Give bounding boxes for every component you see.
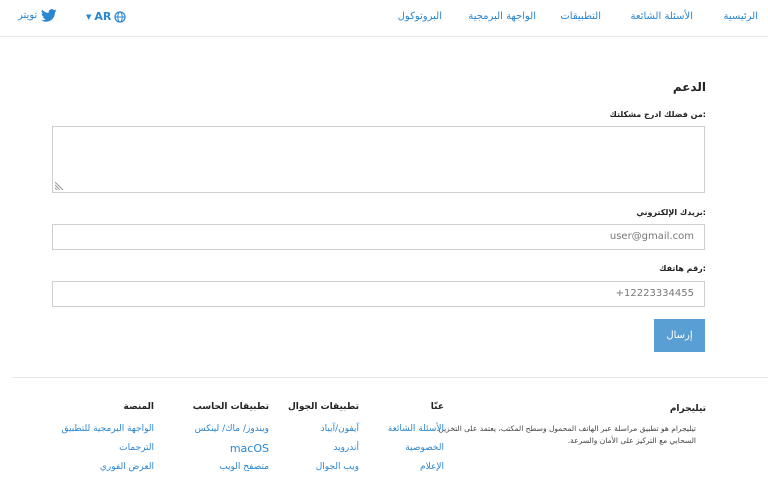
email-field[interactable]: user@gmail.com [52, 224, 705, 250]
nav-home[interactable]: الرئيسية [724, 11, 758, 22]
message-textarea[interactable] [53, 127, 704, 192]
chevron-down-icon: ▼ [86, 12, 92, 21]
footer-heading-mobile-apps: تطبيقات الجوال [287, 402, 359, 412]
email-placeholder: user@gmail.com [609, 231, 694, 242]
footer-link-privacy[interactable]: الخصوصية [405, 443, 444, 453]
footer-heading-about: عنّا [430, 402, 444, 412]
footer-about-text: تيليجرام هو تطبيق مراسلة عبر الهاتف المح… [438, 424, 696, 445]
nav-apps[interactable]: التطبيقات [560, 11, 601, 22]
top-navigation: الرئيسية الأسئلة الشائعة التطبيقات الواج… [0, 0, 768, 37]
footer-about-heading: تيليجرام [669, 404, 706, 414]
email-label: بريدك الإلكتروني: [636, 208, 706, 217]
footer-link-translations[interactable]: الترجمات [119, 443, 154, 453]
footer-divider [12, 377, 768, 378]
language-code: AR [94, 10, 112, 23]
nav-protocol[interactable]: البروتوكول [398, 11, 442, 22]
footer-link-android[interactable]: أندرويد [333, 443, 359, 453]
nav-faq[interactable]: الأسئلة الشائعة [631, 11, 694, 22]
footer-link-web-browser[interactable]: متصفح الويب [219, 462, 269, 472]
message-textarea-box [52, 126, 705, 193]
footer-link-api[interactable]: الواجهة البرمجية للتطبيق [61, 424, 154, 434]
footer-link-windows-mac-linux[interactable]: ويندوز/ ماك/ لينكس [195, 424, 269, 434]
footer-link-instant-view[interactable]: العرض الفوري [100, 462, 154, 472]
footer-link-press[interactable]: الإعلام [420, 462, 444, 472]
footer-link-macos[interactable]: macOS [230, 442, 269, 455]
message-label: من فضلك ادرج مشكلتك: [609, 110, 707, 119]
page-title: الدعم [672, 80, 706, 94]
phone-field[interactable]: +12223334455 [52, 281, 705, 307]
nav-api[interactable]: الواجهة البرمجية [468, 11, 536, 22]
globe-icon [114, 10, 126, 23]
language-selector[interactable]: ▼ AR [86, 10, 126, 23]
twitter-link[interactable]: تويتر [18, 9, 57, 22]
footer-link-iphone-ipad[interactable]: آيفون/آيباد [321, 424, 359, 434]
footer-link-mobile-web[interactable]: ويب الجوال [316, 462, 359, 472]
footer-link-faq[interactable]: الأسئلة الشائعة [388, 424, 444, 434]
phone-label: رقم هاتفك: [659, 264, 706, 273]
footer-heading-platform: المنصة [123, 402, 155, 412]
footer-heading-desktop-apps: تطبيقات الحاسب [192, 402, 269, 412]
twitter-bird-icon [41, 9, 57, 22]
twitter-label: تويتر [18, 10, 38, 21]
submit-button[interactable]: إرسال [654, 319, 705, 352]
phone-placeholder: +12223334455 [615, 288, 694, 299]
resize-grip-icon[interactable] [55, 180, 65, 190]
